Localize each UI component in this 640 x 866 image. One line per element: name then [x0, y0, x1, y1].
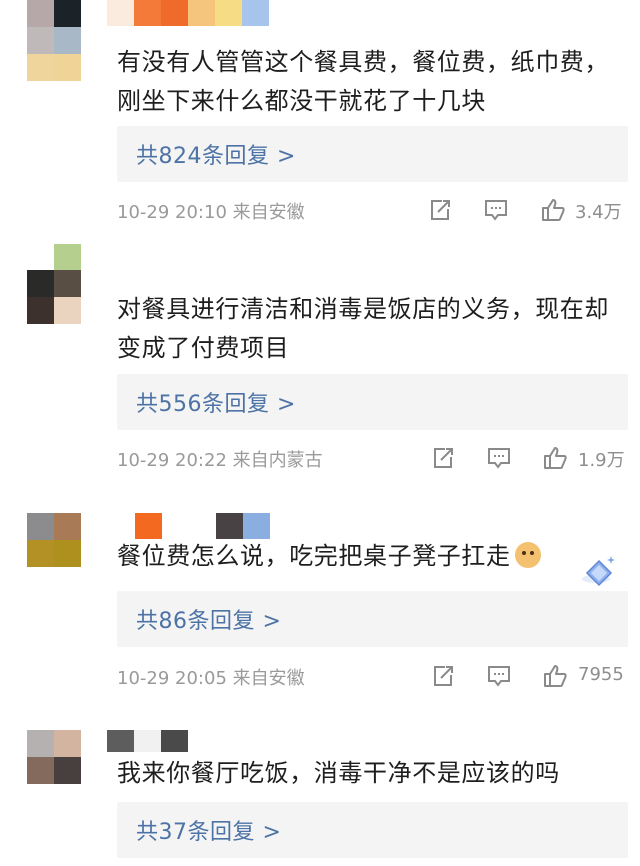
view-replies-link[interactable]: 共86条回复 > [136, 603, 281, 635]
share-icon[interactable] [430, 445, 456, 471]
replies-box[interactable]: 共86条回复 > [117, 591, 628, 647]
like-count: 3.4万 [575, 202, 622, 223]
like-icon[interactable] [542, 663, 568, 689]
share-icon[interactable] [427, 197, 453, 223]
avatar[interactable] [27, 244, 81, 324]
comment-text: 对餐具进行清洁和消毒是饭店的义务，现在却变成了付费项目 [117, 295, 609, 362]
comment-icon[interactable] [486, 663, 512, 689]
like-icon[interactable] [542, 445, 568, 471]
gem-badge-icon [582, 556, 615, 587]
like-icon[interactable] [540, 197, 566, 223]
comment-text: 餐位费怎么说，吃完把桌子凳子扛走 [117, 537, 541, 576]
avatar[interactable] [27, 730, 81, 784]
username[interactable] [107, 0, 269, 26]
timestamp: 10-29 20:05 来自安徽 [117, 668, 305, 689]
doge-emoji-icon [514, 542, 541, 568]
replies-box[interactable]: 共556条回复 > [117, 374, 628, 430]
comment-icon[interactable] [486, 445, 512, 471]
comment-text: 有没有人管管这个餐具费，餐位费，纸巾费，刚坐下来什么都没干就花了十几块 [117, 48, 609, 115]
view-replies-link[interactable]: 共556条回复 > [136, 386, 296, 418]
view-replies-link[interactable]: 共37条回复 > [136, 814, 281, 846]
comment-icon[interactable] [483, 197, 509, 223]
timestamp: 10-29 20:10 来自安徽 [117, 202, 305, 223]
comment-text: 我来你餐厅吃饭，消毒干净不是应该的吗 [117, 759, 560, 787]
comment-meta: 10-29 20:10 来自安徽 3.4万 [117, 195, 628, 225]
like-count: 1.9万 [578, 450, 625, 471]
comment-meta: 10-29 20:22 来自内蒙古 1.9万 [117, 443, 628, 473]
avatar[interactable] [27, 0, 81, 81]
timestamp: 10-29 20:22 来自内蒙古 [117, 450, 323, 471]
replies-box[interactable]: 共37条回复 > [117, 802, 628, 858]
comment-meta: 10-29 20:05 来自安徽 7955 [117, 661, 628, 691]
replies-box[interactable]: 共824条回复 > [117, 126, 628, 182]
avatar[interactable] [27, 513, 81, 567]
like-count: 7955 [578, 664, 624, 685]
share-icon[interactable] [430, 663, 456, 689]
username[interactable] [135, 513, 270, 539]
view-replies-link[interactable]: 共824条回复 > [136, 138, 296, 170]
username[interactable] [107, 730, 188, 752]
